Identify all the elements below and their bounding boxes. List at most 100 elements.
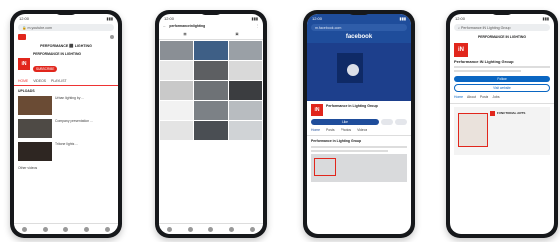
add-icon[interactable] bbox=[208, 226, 214, 232]
video-thumbnail bbox=[18, 96, 52, 116]
company-header: iN Performance iN Lighting Group bbox=[450, 41, 554, 76]
address-bar[interactable]: 🔒 m.youtube.com bbox=[18, 24, 114, 31]
more-icon[interactable] bbox=[395, 119, 407, 125]
footer-text: Other videos bbox=[18, 166, 38, 171]
phone-notch bbox=[55, 10, 77, 15]
channel-header: iN PERFORMANCE IN LIGHTING SUBSCRIBE bbox=[14, 50, 118, 76]
video-item[interactable]: Tritone lights ... bbox=[14, 140, 118, 163]
tab-videos[interactable]: VIDEOS bbox=[33, 79, 46, 83]
instagram-header: ← performanceinlighting ⋮ bbox=[159, 23, 263, 31]
youtube-screen: 12:00 ▮▮▮ 🔒 m.youtube.com PERFORMANCE ⬛ L… bbox=[14, 14, 118, 234]
page-name: Performance in Lighting Group bbox=[326, 104, 378, 108]
status-bar: 12:00 ▮▮▮ bbox=[455, 16, 549, 21]
app-showcase: 12:00 ▮▮▮ 🔒 m.youtube.com PERFORMANCE ⬛ L… bbox=[0, 0, 560, 242]
video-thumbnail bbox=[18, 119, 52, 139]
play-icon[interactable] bbox=[347, 64, 359, 76]
grid-photo[interactable] bbox=[228, 60, 262, 80]
grid-photo[interactable] bbox=[194, 100, 228, 120]
search-icon[interactable] bbox=[187, 226, 193, 232]
profile-username: performanceinlighting bbox=[169, 24, 206, 28]
search-bar[interactable]: ⌕ Performance iN Lighting Group bbox=[454, 24, 550, 31]
channel-avatar: iN bbox=[18, 57, 30, 70]
explore-icon[interactable] bbox=[42, 226, 48, 232]
facebook-logo: facebook bbox=[345, 34, 373, 40]
phone-facebook: 12:00 ▮▮▮ m.facebook.com facebook iN Perf… bbox=[303, 10, 415, 238]
heart-icon[interactable] bbox=[229, 226, 235, 232]
video-list: Urban lighting by ... Company presentati… bbox=[14, 94, 118, 163]
search-icon[interactable] bbox=[110, 35, 114, 39]
channel-tabs: HOME VIDEOS PLAYLIST bbox=[14, 77, 118, 86]
youtube-logo-icon bbox=[18, 34, 26, 40]
grid-photo[interactable] bbox=[160, 80, 194, 100]
company-banner: PERFORMANCE IN LIGHTING bbox=[477, 35, 527, 39]
channel-name: PERFORMANCE IN LIGHTING bbox=[33, 52, 82, 57]
address-bar[interactable]: m.facebook.com bbox=[311, 24, 407, 31]
grid-photo[interactable] bbox=[160, 120, 194, 140]
add-icon[interactable] bbox=[63, 226, 69, 232]
tab-playlist[interactable]: PLAYLIST bbox=[51, 79, 67, 83]
grid-photo[interactable] bbox=[194, 60, 228, 80]
menu-icon[interactable]: ⋮ bbox=[256, 24, 259, 28]
bottom-nav bbox=[159, 223, 263, 234]
tagged-icon[interactable]: ▣ bbox=[235, 32, 238, 36]
company-actions: Follow Visit website bbox=[450, 76, 554, 93]
instagram-screen: 12:00 ▮▮▮ ← performanceinlighting ⋮ ▦ ▣ bbox=[159, 14, 263, 234]
video-item[interactable]: Company presentation ... bbox=[14, 117, 118, 140]
home-icon[interactable] bbox=[21, 226, 27, 232]
back-icon[interactable]: ← bbox=[163, 24, 166, 28]
post-image[interactable]: FUNCTIONAL ARTS bbox=[454, 106, 550, 155]
company-name: Performance iN Lighting Group bbox=[454, 59, 514, 65]
like-button[interactable]: Like bbox=[311, 119, 379, 125]
tab-home[interactable]: HOME bbox=[18, 79, 28, 83]
grid-photo[interactable] bbox=[228, 40, 262, 60]
grid-photo[interactable] bbox=[160, 60, 194, 80]
page-actions: Like bbox=[307, 119, 411, 125]
status-bar: 12:00 ▮▮▮ bbox=[19, 16, 113, 21]
photo-grid bbox=[159, 40, 263, 140]
tab-videos[interactable]: Videos bbox=[357, 128, 367, 132]
page-avatar: iN bbox=[311, 104, 323, 116]
phone-instagram: 12:00 ▮▮▮ ← performanceinlighting ⋮ ▦ ▣ bbox=[155, 10, 267, 238]
message-icon[interactable] bbox=[381, 119, 393, 125]
highlight-frame bbox=[314, 157, 336, 176]
video-item[interactable]: Urban lighting by ... bbox=[14, 94, 118, 117]
grid-photo[interactable] bbox=[194, 80, 228, 100]
facebook-screen: 12:00 ▮▮▮ m.facebook.com facebook iN Perf… bbox=[307, 14, 411, 234]
youtube-header bbox=[14, 32, 118, 42]
post-image[interactable] bbox=[311, 153, 407, 182]
tab-home[interactable]: Home bbox=[311, 128, 320, 132]
tab-posts[interactable]: Posts bbox=[326, 128, 334, 132]
grid-photo[interactable] bbox=[194, 40, 228, 60]
profile-icon[interactable] bbox=[250, 226, 256, 232]
phone-youtube: 12:00 ▮▮▮ 🔒 m.youtube.com PERFORMANCE ⬛ L… bbox=[10, 10, 122, 238]
subscribe-button[interactable]: SUBSCRIBE bbox=[33, 65, 58, 72]
facebook-top: 12:00 ▮▮▮ m.facebook.com facebook bbox=[307, 14, 411, 43]
grid-photo[interactable] bbox=[160, 100, 194, 120]
subscriptions-icon[interactable] bbox=[84, 226, 90, 232]
grid-photo[interactable] bbox=[160, 40, 194, 60]
grid-icon[interactable]: ▦ bbox=[183, 32, 186, 36]
home-icon[interactable] bbox=[166, 226, 172, 232]
phone-notch bbox=[491, 10, 513, 15]
channel-banner: PERFORMANCE ⬛ LIGHTING bbox=[40, 44, 92, 48]
grid-photo[interactable] bbox=[228, 120, 262, 140]
tab-home[interactable]: Home bbox=[454, 95, 463, 99]
status-bar: 12:00 ▮▮▮ bbox=[164, 16, 258, 21]
post: Performance in Lighting Group bbox=[307, 136, 411, 184]
follow-button[interactable]: Follow bbox=[454, 76, 550, 83]
visit-website-button[interactable]: Visit website bbox=[454, 84, 550, 93]
section-title: UPLOADS bbox=[18, 88, 35, 93]
company-logo: iN bbox=[454, 43, 468, 58]
tab-posts[interactable]: Posts bbox=[480, 95, 488, 99]
cover-video[interactable] bbox=[307, 43, 411, 101]
grid-photo[interactable] bbox=[194, 120, 228, 140]
post-author: Performance in Lighting Group bbox=[311, 139, 362, 144]
bottom-nav bbox=[14, 223, 118, 234]
grid-photo[interactable] bbox=[228, 100, 262, 120]
tab-photos[interactable]: Photos bbox=[341, 128, 352, 132]
tab-about[interactable]: About bbox=[467, 95, 476, 99]
library-icon[interactable] bbox=[105, 226, 111, 232]
tab-jobs[interactable]: Jobs bbox=[492, 95, 499, 99]
status-bar: 12:00 ▮▮▮ bbox=[312, 16, 406, 21]
grid-photo[interactable] bbox=[228, 80, 262, 100]
